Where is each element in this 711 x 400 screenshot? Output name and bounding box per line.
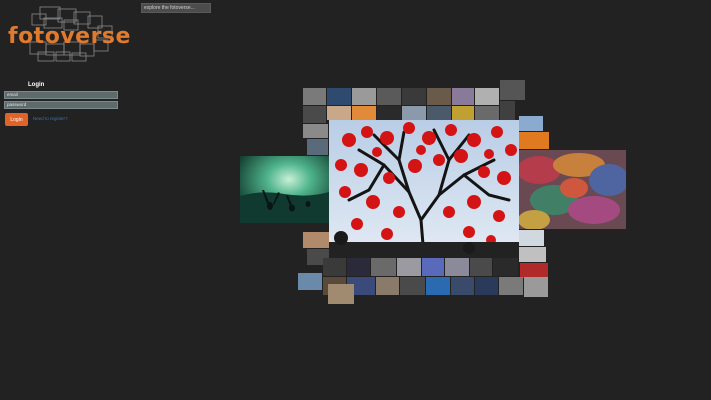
thumbnail[interactable] xyxy=(499,277,523,295)
thumbnail[interactable] xyxy=(371,258,396,276)
thumbnail[interactable] xyxy=(520,263,548,278)
thumbnail[interactable] xyxy=(524,277,548,297)
thumbnail[interactable] xyxy=(519,230,544,246)
thumbnail[interactable] xyxy=(327,106,351,120)
thumbnail[interactable] xyxy=(500,80,525,100)
thumbnail[interactable] xyxy=(519,247,546,262)
thumbnail[interactable] xyxy=(376,277,399,295)
thumbnail[interactable] xyxy=(352,88,376,105)
thumbnail[interactable] xyxy=(452,106,474,120)
thumbnail[interactable] xyxy=(327,88,351,105)
fotoverse-logo[interactable]: fotoverse xyxy=(8,6,130,62)
thumbnail[interactable] xyxy=(377,88,401,105)
thumbnail[interactable] xyxy=(427,106,451,120)
thumbnail[interactable] xyxy=(328,284,354,304)
login-button[interactable]: Login xyxy=(5,113,28,126)
thumbnail[interactable] xyxy=(493,258,518,276)
thumbnail[interactable] xyxy=(427,88,451,105)
thumbnail[interactable] xyxy=(519,116,543,131)
thumbnail[interactable] xyxy=(445,258,469,276)
thumbnail[interactable] xyxy=(422,258,444,276)
thumbnail[interactable] xyxy=(519,132,549,149)
thumbnail[interactable] xyxy=(298,273,322,290)
thumbnail[interactable] xyxy=(303,232,329,248)
thumbnail[interactable] xyxy=(303,124,328,138)
email-field[interactable] xyxy=(4,91,118,99)
photo-tile-red-lantern-tree[interactable] xyxy=(329,120,519,257)
logo-text: fotoverse xyxy=(8,24,131,49)
thumbnail[interactable] xyxy=(303,88,326,105)
thumbnail[interactable] xyxy=(470,258,492,276)
thumbnail[interactable] xyxy=(475,277,498,295)
thumbnail[interactable] xyxy=(323,258,346,276)
photo-tile-swimmers[interactable] xyxy=(240,156,329,223)
thumbnail[interactable] xyxy=(303,106,326,123)
thumbnail[interactable] xyxy=(426,277,450,295)
photo-tile-color-crowd[interactable] xyxy=(519,150,626,229)
register-link[interactable]: Need to register? xyxy=(33,116,68,121)
thumbnail[interactable] xyxy=(377,106,401,120)
thumbnail[interactable] xyxy=(402,88,426,105)
thumbnail[interactable] xyxy=(397,258,421,276)
thumbnail[interactable] xyxy=(352,106,376,120)
password-field[interactable] xyxy=(4,101,118,109)
login-title: Login xyxy=(28,82,45,88)
search-input[interactable] xyxy=(141,3,211,13)
thumbnail[interactable] xyxy=(452,88,474,105)
thumbnail[interactable] xyxy=(400,277,425,295)
thumbnail[interactable] xyxy=(475,106,499,120)
thumbnail[interactable] xyxy=(307,139,328,155)
thumbnail[interactable] xyxy=(347,258,370,276)
thumbnail[interactable] xyxy=(500,101,515,120)
thumbnail[interactable] xyxy=(475,88,499,105)
thumbnail[interactable] xyxy=(402,106,426,120)
thumbnail[interactable] xyxy=(451,277,474,295)
